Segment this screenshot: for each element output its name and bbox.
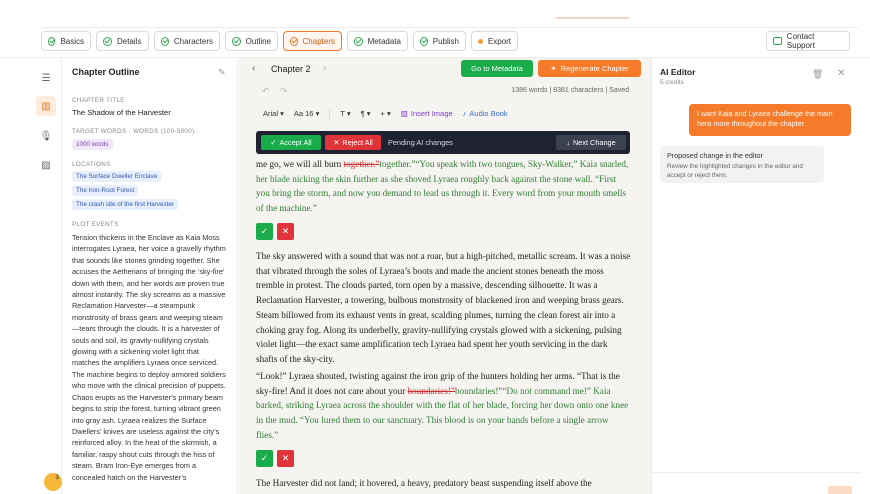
microphone-icon: ♪: [462, 108, 467, 118]
target-words-label: TARGET WORDS · WORDS (100-5000): [72, 128, 195, 135]
location-tag: The crash site of the first Harvester: [72, 199, 178, 210]
contact-support-button[interactable]: Contact Support: [766, 31, 850, 51]
status-dot-icon: [478, 38, 483, 44]
user-message: I want Kaia and Lyraea challenge the mai…: [689, 104, 851, 136]
font-size-select[interactable]: Aa 16 ▾: [294, 109, 319, 118]
audio-book-button[interactable]: ♪ Audio Book: [463, 109, 508, 118]
editor-status-row: ↶ ↷ 1386 words | 8381 characters | Saved: [239, 84, 651, 98]
check-circle-icon: [232, 36, 241, 46]
reject-all-button[interactable]: ✕ Reject All: [325, 135, 381, 150]
trash-icon[interactable]: 🗑︎: [812, 69, 823, 80]
image-icon: ▨: [400, 108, 408, 118]
plot-events-label: PLOT EVENTS: [72, 221, 119, 228]
progress-accent: [556, 17, 630, 19]
close-icon[interactable]: ✕: [837, 68, 845, 79]
check-circle-icon: [103, 36, 112, 46]
side-rail: ☰ ▥ 🎙︎ ▨: [30, 58, 62, 494]
book-icon[interactable]: ▥: [36, 96, 56, 116]
chapter-outline-panel: Chapter Outline ✎ CHAPTER TITLE The Shad…: [63, 58, 238, 494]
chat-icon: [773, 37, 782, 45]
deleted-text: together.”: [343, 159, 380, 169]
accept-all-button[interactable]: ✓ Accept All: [261, 135, 321, 150]
paragraph[interactable]: The sky answered with a sound that was n…: [256, 249, 631, 367]
check-circle-icon: [354, 36, 363, 46]
panel-title: Chapter Outline: [72, 67, 140, 77]
image-icon[interactable]: ▨: [36, 155, 56, 175]
location-tag: The Surface Dweller Enclave: [72, 171, 162, 182]
assistant-message-body: Review the highlighted changes in the ed…: [667, 163, 803, 179]
divider: [329, 107, 331, 119]
ai-editor-panel: AI Editor 5 credits 🗑︎ ✕ I want Kaia and…: [651, 58, 860, 494]
redo-icon[interactable]: ↷: [280, 86, 288, 97]
tab-metadata[interactable]: Metadata: [347, 31, 408, 51]
format-toolbar: Arial ▾ Aa 16 ▾ T ▾ ¶ ▾ + ▾ ▨ Insert Imag…: [263, 104, 633, 122]
check-circle-icon: [161, 36, 169, 46]
reject-change-button[interactable]: ✕: [277, 450, 294, 467]
tab-chapters[interactable]: Chapters: [283, 31, 342, 51]
locations-label: LOCATIONS: [72, 161, 111, 168]
pending-changes-bar: ✓ Accept All ✕ Reject All Pending AI chang…: [256, 131, 630, 154]
check-circle-icon: [48, 36, 56, 46]
divider: [652, 472, 860, 473]
location-tag: The Iron-Root Forest: [72, 185, 139, 196]
editor-header: ‹ Chapter 2 › Go to Metadata ✦ Regenerate…: [239, 58, 651, 81]
tab-basics[interactable]: Basics: [41, 31, 91, 51]
credits-count: 5 credits: [660, 79, 684, 86]
accept-change-button[interactable]: ✓: [256, 223, 273, 240]
arrow-down-icon: ↓: [566, 138, 571, 147]
sparkle-icon: ✦: [550, 64, 557, 73]
font-select[interactable]: Arial ▾: [263, 109, 284, 118]
deleted-text: boundaries!”: [407, 385, 456, 396]
reject-change-button[interactable]: ✕: [277, 223, 294, 240]
tab-details[interactable]: Details: [96, 31, 149, 51]
paragraph[interactable]: “Look!” Lyraea shouted, twisting against…: [256, 369, 631, 443]
avatar[interactable]: 3: [44, 473, 62, 491]
chapter-title-value: The Shadow of the Harvester: [72, 108, 171, 117]
panel-title: AI Editor: [660, 67, 696, 77]
check-icon: ✓: [270, 138, 277, 147]
assistant-message: Proposed change in the editor Review the…: [660, 146, 824, 183]
chapter-label: Chapter 2: [271, 64, 311, 74]
target-words-badge: 1000 words: [72, 139, 113, 150]
chevron-right-icon[interactable]: ›: [323, 63, 326, 74]
chevron-left-icon[interactable]: ‹: [252, 63, 255, 74]
top-strip: [0, 0, 870, 28]
microphone-icon[interactable]: 🎙︎: [36, 126, 56, 146]
chapter-editor: ‹ Chapter 2 › Go to Metadata ✦ Regenerate…: [239, 58, 651, 494]
next-change-button[interactable]: ↓ Next Change: [556, 135, 626, 150]
tab-outline[interactable]: Outline: [225, 31, 278, 51]
close-icon: ✕: [333, 138, 340, 147]
wizard-tabs: Basics Details Characters Outline Chapte…: [0, 28, 870, 56]
tab-export[interactable]: Export: [471, 31, 518, 51]
tab-publish[interactable]: Publish: [413, 31, 466, 51]
notification-count: 3: [55, 474, 59, 481]
pending-label: Pending AI changes: [388, 138, 453, 147]
add-icon[interactable]: + ▾: [381, 109, 391, 118]
chapter-title-label: CHAPTER TITLE: [72, 97, 125, 104]
edit-pencil-icon[interactable]: ✎: [218, 67, 226, 78]
menu-icon[interactable]: ☰: [36, 68, 56, 88]
regenerate-chapter-button[interactable]: ✦ Regenerate Chapter: [538, 60, 641, 77]
assistant-message-title: Proposed change in the editor: [667, 151, 763, 160]
insert-image-button[interactable]: ▨ Insert Image: [401, 109, 453, 118]
accept-change-button[interactable]: ✓: [256, 450, 273, 467]
word-count-status: 1386 words | 8381 characters | Saved: [511, 87, 629, 94]
paragraph[interactable]: The Harvester did not land; it hovered, …: [256, 476, 631, 491]
go-to-metadata-button[interactable]: Go to Metadata: [461, 60, 533, 77]
undo-icon[interactable]: ↶: [262, 86, 270, 97]
text-style-icon[interactable]: T ▾: [340, 109, 350, 118]
paragraph-icon[interactable]: ¶ ▾: [361, 109, 371, 118]
plot-events-text: Tension thickens in the Enclave as Kaia …: [72, 233, 226, 482]
check-circle-icon: [420, 36, 428, 46]
paragraph[interactable]: me go, we will all burn together.”togeth…: [256, 157, 631, 216]
tab-characters[interactable]: Characters: [154, 31, 220, 51]
send-button[interactable]: [828, 486, 852, 494]
check-circle-icon: [290, 36, 298, 46]
